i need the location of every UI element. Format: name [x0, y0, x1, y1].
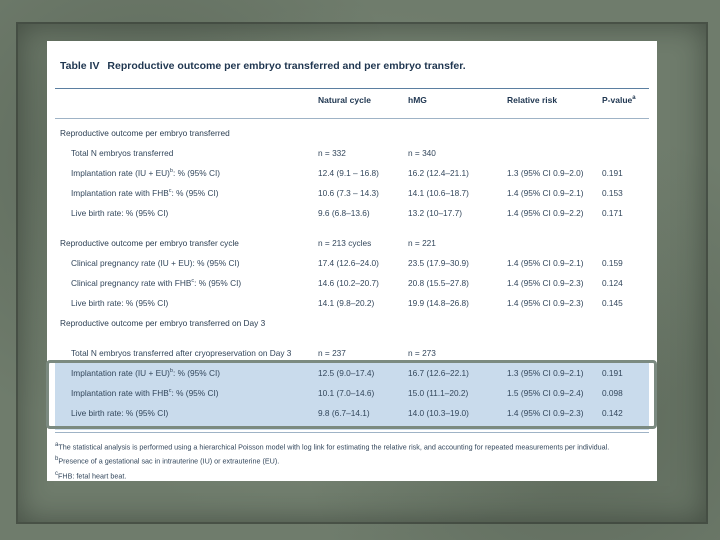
row-label: Live birth rate: % (95% CI) [71, 298, 168, 308]
hmg-value: 19.9 (14.8–26.8) [408, 298, 469, 308]
p-value: 0.145 [602, 298, 623, 308]
table-row: Total N embryos transferred n = 332 n = 34… [47, 143, 657, 161]
row-label: Live birth rate: % (95% CI) [71, 208, 168, 218]
p-value: 0.124 [602, 278, 623, 288]
header-top-rule [55, 88, 649, 89]
row-label: Reproductive outcome per embryo transfer… [60, 128, 230, 138]
header-bottom-rule [55, 118, 649, 119]
relative-risk-value: 1.4 (95% CI 0.9–2.3) [507, 298, 584, 308]
relative-risk-value: 1.4 (95% CI 0.9–2.3) [507, 278, 584, 288]
hmg-value: 14.1 (10.6–18.7) [408, 188, 469, 198]
row-label-text: Implantation rate with FHB [71, 188, 169, 198]
row-label-text: Live birth rate: % (95% CI) [71, 208, 169, 218]
table-row: Clinical pregnancy rate with FHBc: % (95… [47, 273, 657, 291]
row-label: Implantation rate (IU + EU)b: % (95% CI) [71, 168, 220, 178]
row-label-suffix: : % (95% CI) [194, 278, 242, 288]
natural-cycle-value: 14.6 (10.2–20.7) [318, 278, 379, 288]
hmg-value: 13.2 (10–17.7) [408, 208, 462, 218]
row-label: Reproductive outcome per embryo transfer… [60, 318, 265, 328]
p-value: 0.191 [602, 168, 623, 178]
row-label: Clinical pregnancy rate with FHBc: % (95… [71, 278, 241, 288]
row-label-text: Reproductive outcome per embryo transfer… [60, 318, 266, 328]
natural-cycle-value: 9.6 (6.8–13.6) [318, 208, 370, 218]
hmg-value: n = 273 [408, 348, 436, 358]
row-label: Clinical pregnancy rate (IU + EU): % (95… [71, 258, 240, 268]
row-label: Total N embryos transferred after cryopr… [71, 348, 291, 358]
row-label-text: Live birth rate: % (95% CI) [71, 298, 169, 308]
hmg-value: n = 340 [408, 148, 436, 158]
hmg-value: n = 221 [408, 238, 436, 248]
p-value: 0.171 [602, 208, 623, 218]
row-label-text: Reproductive outcome per embryo transfer… [60, 128, 230, 138]
footnote-a: aThe statistical analysis is performed u… [55, 439, 609, 453]
p-value: 0.153 [602, 188, 623, 198]
table-row: Implantation rate with FHBc: % (95% CI) 1… [47, 183, 657, 201]
footnote-a-text: The statistical analysis is performed us… [58, 442, 610, 452]
table-row: Clinical pregnancy rate (IU + EU): % (95… [47, 253, 657, 271]
section-row: Reproductive outcome per embryo transfer… [47, 233, 657, 251]
hmg-value: 23.5 (17.9–30.9) [408, 258, 469, 268]
row-label-text: Total N embryos transferred [71, 148, 174, 158]
hmg-value: 20.8 (15.5–27.8) [408, 278, 469, 288]
table-row: Implantation rate (IU + EU)b: % (95% CI)… [47, 163, 657, 181]
footnote-c-text: FHB: fetal heart beat. [58, 471, 127, 481]
table-label: Table IV [60, 60, 100, 72]
natural-cycle-value: n = 332 [318, 148, 346, 158]
row-label-text: Clinical pregnancy rate with FHB [71, 278, 192, 288]
row-label-suffix: : % (95% CI) [171, 188, 219, 198]
row-label-text: Reproductive outcome per embryo transfer… [60, 238, 239, 248]
table-row: Total N embryos transferred after cryopr… [47, 343, 657, 361]
hmg-value: 16.2 (12.4–21.1) [408, 168, 469, 178]
row-label: Implantation rate with FHBc: % (95% CI) [71, 188, 219, 198]
header-p-value-sup: a [632, 95, 636, 102]
table-title: Table IV Reproductive outcome per embryo… [60, 60, 466, 72]
relative-risk-value: 1.3 (95% CI 0.9–2.0) [507, 168, 584, 178]
row-label: Total N embryos transferred [71, 148, 173, 158]
row-label-text: Implantation rate (IU + EU) [71, 168, 170, 178]
header-p-value-text: P-value [602, 95, 633, 105]
row-label-text: Clinical pregnancy rate (IU + EU): % (95… [71, 258, 240, 268]
relative-risk-value: 1.4 (95% CI 0.9–2.1) [507, 258, 584, 268]
section-row: Reproductive outcome per embryo transfer… [47, 313, 657, 331]
natural-cycle-value: n = 237 [318, 348, 346, 358]
highlight-box [46, 360, 657, 429]
row-label-text: Total N embryos transferred after cryopr… [71, 348, 292, 358]
footnote-b-text: Presence of a gestational sac in intraut… [58, 456, 280, 466]
footnote-b: bPresence of a gestational sac in intrau… [55, 453, 609, 467]
section-row: Reproductive outcome per embryo transfer… [47, 123, 657, 141]
header-p-value: P-valuea [602, 95, 636, 105]
natural-cycle-value: 10.6 (7.3 – 14.3) [318, 188, 379, 198]
p-value: 0.159 [602, 258, 623, 268]
header-natural-cycle: Natural cycle [318, 95, 371, 105]
natural-cycle-value: 12.4 (9.1 – 16.8) [318, 168, 379, 178]
header-hmg: hMG [408, 95, 427, 105]
header-relative-risk: Relative risk [507, 95, 558, 105]
natural-cycle-value: n = 213 cycles [318, 238, 372, 248]
relative-risk-value: 1.4 (95% CI 0.9–2.1) [507, 188, 584, 198]
footnotes: aThe statistical analysis is performed u… [55, 439, 609, 482]
relative-risk-value: 1.4 (95% CI 0.9–2.2) [507, 208, 584, 218]
natural-cycle-value: 17.4 (12.6–24.0) [318, 258, 379, 268]
table-bottom-rule [55, 432, 649, 433]
row-label: Reproductive outcome per embryo transfer… [60, 238, 239, 248]
table-title-text: Reproductive outcome per embryo transfer… [107, 60, 466, 72]
table-row: Live birth rate: % (95% CI) 14.1 (9.8–20.… [47, 293, 657, 311]
natural-cycle-value: 14.1 (9.8–20.2) [318, 298, 375, 308]
row-label-suffix: : % (95% CI) [172, 168, 221, 178]
table-row: Live birth rate: % (95% CI) 9.6 (6.8–13.6… [47, 203, 657, 221]
footnote-c: cFHB: fetal heart beat. [55, 468, 609, 482]
